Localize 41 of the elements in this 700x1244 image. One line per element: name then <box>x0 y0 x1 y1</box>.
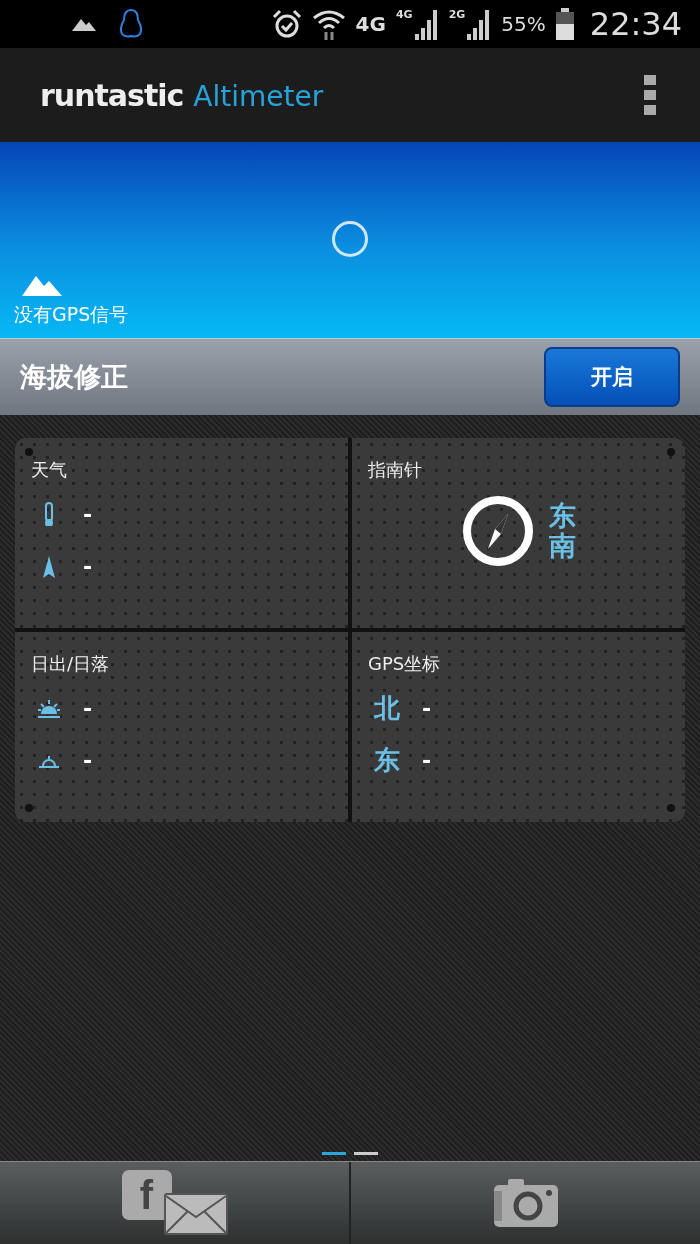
network-label: 4G <box>355 12 386 36</box>
coordinate-label: 北 <box>374 691 400 725</box>
reading-value: - <box>422 695 432 721</box>
card-title: GPS坐标 <box>368 652 442 676</box>
penguin-icon <box>118 8 144 40</box>
reading-value: - <box>83 695 93 721</box>
loading-spinner-icon <box>331 220 369 258</box>
reading-value: - <box>83 747 93 773</box>
signal-icon <box>465 8 492 40</box>
mountain-icon <box>22 274 62 296</box>
reading-value: - <box>83 501 93 527</box>
compass-icon <box>461 494 535 568</box>
wifi-icon <box>311 8 346 40</box>
card-title: 日出/日落 <box>31 652 111 676</box>
coordinate-label: 东 <box>374 743 400 777</box>
facebook-icon: f <box>121 1170 172 1220</box>
alarm-icon <box>271 9 302 39</box>
screw-icon <box>25 804 33 812</box>
card-title: 指南针 <box>368 458 423 482</box>
mountain-icon <box>72 17 96 31</box>
compass-direction: 东南 <box>549 501 576 561</box>
network-label: 2G <box>448 8 466 21</box>
battery-percent: 55% <box>501 12 546 36</box>
overflow-menu-icon <box>644 75 656 115</box>
altitude-correction-label: 海拔修正 <box>20 360 128 394</box>
battery-icon <box>555 8 574 40</box>
network-label: 4G <box>395 8 413 21</box>
screw-icon <box>667 448 675 456</box>
app-name: Altimeter <box>193 79 324 113</box>
reading-value: - <box>422 747 432 773</box>
screw-icon <box>667 804 675 812</box>
screw-icon <box>25 448 33 456</box>
envelope-icon <box>163 1193 228 1235</box>
camera-icon <box>493 1179 558 1227</box>
gps-status-text: 没有GPS信号 <box>14 302 129 327</box>
app-logo: runtastic <box>40 77 184 113</box>
enable-button[interactable]: 开启 <box>544 347 680 407</box>
card-title: 天气 <box>31 458 68 482</box>
reading-value: - <box>83 553 93 579</box>
signal-icon <box>412 8 439 40</box>
clock-time: 22:34 <box>589 5 682 43</box>
